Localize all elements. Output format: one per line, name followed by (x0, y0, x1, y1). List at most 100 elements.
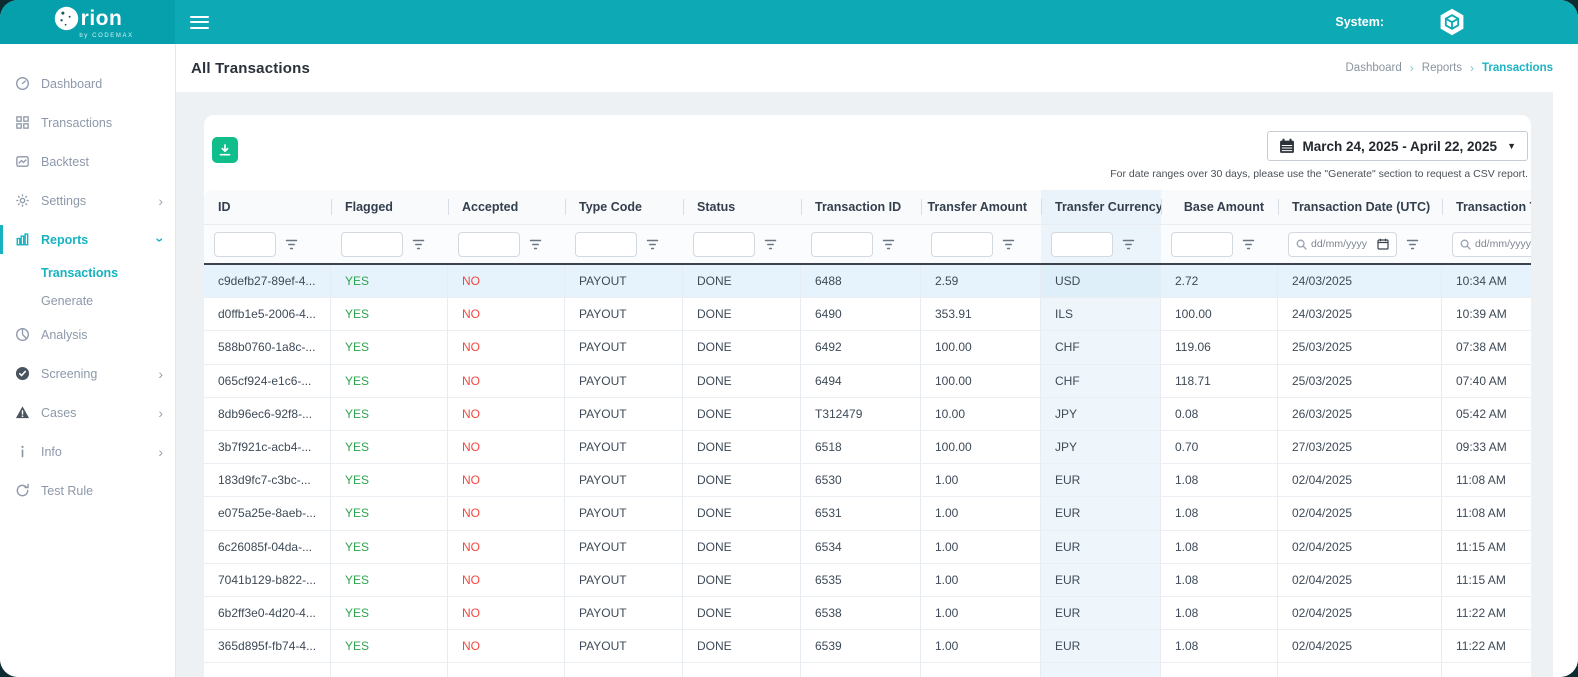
column-header-status[interactable]: Status (683, 190, 801, 224)
breadcrumb-dashboard[interactable]: Dashboard (1346, 62, 1402, 74)
table-row[interactable]: 6b2ff3e0-4d20-4...YESNOPAYOUTDONE65381.0… (204, 597, 1531, 630)
filter-input-transfer_amount[interactable] (931, 232, 993, 257)
sidebar-item-test-rule[interactable]: Test Rule (0, 471, 175, 510)
table-row[interactable]: 3b7f921c-acb4-...YESNOPAYOUTDONE6518100.… (204, 431, 1531, 464)
system-hexagon-icon[interactable] (1436, 6, 1468, 38)
app-window: rion by CODEMAX System: DashboardTransac… (0, 0, 1578, 677)
cell-base_amount: 1.08 (1161, 630, 1278, 662)
column-header-id[interactable]: ID (204, 190, 331, 224)
brand-logo[interactable]: rion by CODEMAX (0, 0, 175, 44)
cell-flagged: YES (331, 597, 448, 629)
column-header-base_amount[interactable]: Base Amount (1161, 190, 1278, 224)
filter-input-id[interactable] (214, 232, 276, 257)
filter-funnel-icon[interactable] (646, 239, 659, 250)
column-header-transaction_time[interactable]: Transaction Time (UTC) (1442, 190, 1531, 224)
sidebar-item-transactions[interactable]: Transactions (0, 103, 175, 142)
cell-transaction_date: 27/03/2025 (1278, 431, 1442, 463)
cell-transfer_currency: CHF (1041, 331, 1161, 363)
sidebar-item-info[interactable]: Info› (0, 432, 175, 471)
table-row[interactable]: 365d895f-fb74-4...YESNOPAYOUTDONE65391.0… (204, 630, 1531, 663)
download-csv-button[interactable] (212, 137, 238, 163)
table-row[interactable]: 7041b129-b822-...YESNOPAYOUTDONE65351.00… (204, 564, 1531, 597)
cell-transaction_date: 24/03/2025 (1278, 265, 1442, 297)
filter-input-flagged[interactable] (341, 232, 403, 257)
filter-cell-type_code (565, 225, 683, 263)
filter-funnel-icon[interactable] (285, 239, 298, 250)
cell-transfer_amount: 1.00 (921, 531, 1041, 563)
filter-funnel-icon[interactable] (764, 239, 777, 250)
filter-input-type_code[interactable] (575, 232, 637, 257)
chevron-right-icon: › (158, 405, 163, 421)
sidebar-item-dashboard[interactable]: Dashboard (0, 64, 175, 103)
filter-funnel-icon[interactable] (1002, 239, 1015, 250)
filter-cell-transfer_amount (921, 225, 1041, 263)
cell-transfer_amount: 10.00 (921, 398, 1041, 430)
table-row[interactable]: 183d9fc7-c3bc-...YESNOPAYOUTDONE65301.00… (204, 464, 1531, 497)
filter-funnel-icon[interactable] (1242, 239, 1255, 250)
column-header-transfer_amount[interactable]: Transfer Amount (921, 190, 1041, 224)
filter-input-accepted[interactable] (458, 232, 520, 257)
filter-input-base_amount[interactable] (1171, 232, 1233, 257)
filter-funnel-icon[interactable] (882, 239, 895, 250)
filter-funnel-icon[interactable] (529, 239, 542, 250)
table-row[interactable]: d0ffb1e5-2006-4...YESNOPAYOUTDONE6490353… (204, 298, 1531, 331)
cell-transaction_time (1442, 663, 1531, 677)
breadcrumb-reports[interactable]: Reports (1422, 62, 1462, 74)
column-header-accepted[interactable]: Accepted (448, 190, 565, 224)
filter-input-transaction_date[interactable] (1311, 238, 1373, 250)
sidebar-item-label: Reports (41, 233, 88, 247)
sidebar-item-settings[interactable]: Settings› (0, 181, 175, 220)
sidebar-subitem-transactions[interactable]: Transactions (0, 259, 175, 287)
cell-flagged: YES (331, 265, 448, 297)
column-header-transfer_currency[interactable]: Transfer Currency (1041, 190, 1161, 224)
column-header-transaction_date[interactable]: Transaction Date (UTC) (1278, 190, 1442, 224)
cell-transaction_date: 02/04/2025 (1278, 630, 1442, 662)
sidebar-item-screening[interactable]: Screening› (0, 354, 175, 393)
filter-input-transaction_id[interactable] (811, 232, 873, 257)
table-row[interactable]: 065cf924-e1c6-...YESNOPAYOUTDONE6494100.… (204, 365, 1531, 398)
filter-funnel-icon[interactable] (412, 239, 425, 250)
sidebar-subitem-generate[interactable]: Generate (0, 287, 175, 315)
cell-status: DONE (683, 597, 801, 629)
sidebar-item-backtest[interactable]: Backtest (0, 142, 175, 181)
cell-accepted: NO (448, 531, 565, 563)
cell-id: 8db96ec6-92f8-... (204, 398, 331, 430)
table-row[interactable]: 588b0760-1a8c-...YESNOPAYOUTDONE6492100.… (204, 331, 1531, 364)
cell-status: DONE (683, 365, 801, 397)
table-row[interactable]: e075a25e-8aeb-...YESNOPAYOUTDONE65311.00… (204, 497, 1531, 530)
filter-cell-id (204, 225, 331, 263)
calendar-icon[interactable] (1377, 238, 1389, 250)
filter-input-transfer_currency[interactable] (1051, 232, 1113, 257)
cell-base_amount (1161, 663, 1278, 677)
cell-status: DONE (683, 398, 801, 430)
breadcrumb-transactions[interactable]: Transactions (1482, 62, 1553, 74)
filter-input-status[interactable] (693, 232, 755, 257)
cell-accepted: NO (448, 464, 565, 496)
sidebar-item-reports[interactable]: Reports› (0, 220, 175, 259)
sidebar-item-analysis[interactable]: Analysis (0, 315, 175, 354)
cell-transfer_amount: 100.00 (921, 431, 1041, 463)
cell-transaction_date: 02/04/2025 (1278, 464, 1442, 496)
cell-transaction_time: 10:39 AM (1442, 298, 1531, 330)
filter-cell-transaction_id (801, 225, 921, 263)
search-icon (1460, 239, 1471, 250)
table-row[interactable]: 6c26085f-04da-...YESNOPAYOUTDONE65341.00… (204, 531, 1531, 564)
date-range-picker[interactable]: March 24, 2025 - April 22, 2025 ▼ (1267, 131, 1528, 161)
cell-transaction_time: 05:42 AM (1442, 398, 1531, 430)
column-header-type_code[interactable]: Type Code (565, 190, 683, 224)
bar-chart-icon (14, 232, 30, 248)
table-row[interactable]: c9defb27-89ef-4...YESNOPAYOUTDONE64882.5… (204, 265, 1531, 298)
sidebar-item-cases[interactable]: Cases› (0, 393, 175, 432)
hamburger-menu-icon[interactable] (190, 16, 209, 29)
column-header-transaction_id[interactable]: Transaction ID (801, 190, 921, 224)
cell-transaction_id: 6538 (801, 597, 921, 629)
table-row[interactable]: 8db96ec6-92f8-...YESNOPAYOUTDONET3124791… (204, 398, 1531, 431)
filter-input-transaction_time[interactable] (1475, 238, 1531, 250)
cell-base_amount: 118.71 (1161, 365, 1278, 397)
filter-funnel-icon[interactable] (1406, 239, 1419, 250)
table-row-partial[interactable] (204, 663, 1531, 677)
cell-transfer_currency: EUR (1041, 564, 1161, 596)
column-header-flagged[interactable]: Flagged (331, 190, 448, 224)
filter-funnel-icon[interactable] (1122, 239, 1135, 250)
cell-id: c9defb27-89ef-4... (204, 265, 331, 297)
